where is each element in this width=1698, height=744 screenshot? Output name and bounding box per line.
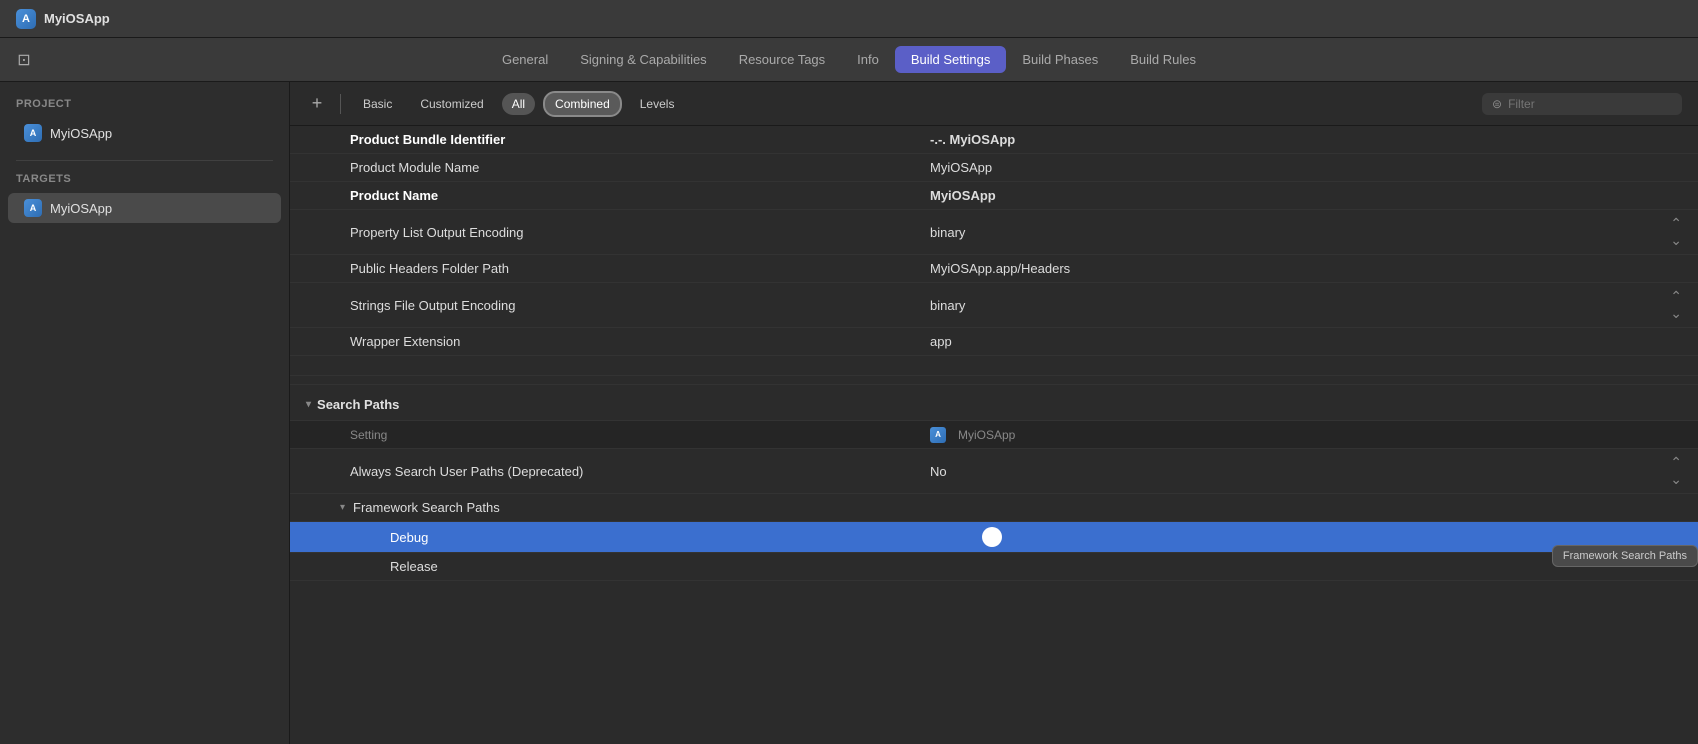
setting-value: binary <box>930 225 1670 240</box>
table-row[interactable]: Release Framework Search Paths <box>290 553 1698 581</box>
filter-basic-button[interactable]: Basic <box>353 93 402 115</box>
setting-value: MyiOSApp.app/Headers <box>930 261 1698 276</box>
table-row[interactable]: Strings File Output Encoding binary ⌃⌄ <box>290 283 1698 328</box>
project-section-label: PROJECT <box>0 98 289 118</box>
setting-value: No <box>930 464 1670 479</box>
setting-key: Debug <box>390 530 970 545</box>
filter-customized-button[interactable]: Customized <box>410 93 493 115</box>
setting-key: Always Search User Paths (Deprecated) <box>350 464 930 479</box>
column-target-icon: A <box>930 427 946 443</box>
tab-build-rules[interactable]: Build Rules <box>1114 46 1212 73</box>
stepper-icon[interactable]: ⌃⌄ <box>1670 454 1682 488</box>
section-title: Search Paths <box>317 397 399 412</box>
targets-section-label: TARGETS <box>0 173 289 193</box>
sidebar-toggle-button[interactable]: ⊡ <box>12 48 36 72</box>
app-title: MyiOSApp <box>44 11 110 26</box>
title-bar: A MyiOSApp <box>0 0 1698 38</box>
table-row[interactable]: Product Module Name MyiOSApp <box>290 154 1698 182</box>
section-spacer <box>290 356 1698 376</box>
sidebar-item-target[interactable]: A MyiOSApp <box>8 193 281 223</box>
add-setting-button[interactable]: + <box>306 93 328 115</box>
group-chevron-icon[interactable]: ▾ <box>340 502 345 513</box>
filter-levels-button[interactable]: Levels <box>630 93 685 115</box>
filter-combined-button[interactable]: Combined <box>543 91 622 117</box>
add-value-button[interactable]: + <box>982 527 1002 547</box>
content-area: + Basic Customized All Combined Levels ⊜… <box>290 82 1698 744</box>
table-row[interactable]: Public Headers Folder Path MyiOSApp.app/… <box>290 255 1698 283</box>
setting-key: Product Name <box>350 188 930 203</box>
table-row-selected[interactable]: Debug + <box>290 522 1698 553</box>
settings-table: Product Bundle Identifier -.-. MyiOSApp … <box>290 126 1698 744</box>
tab-general[interactable]: General <box>486 46 564 73</box>
setting-key: Wrapper Extension <box>350 334 930 349</box>
sidebar-target-label: MyiOSApp <box>50 201 112 216</box>
table-row[interactable]: Wrapper Extension app <box>290 328 1698 356</box>
tab-resource-tags[interactable]: Resource Tags <box>723 46 841 73</box>
main-layout: PROJECT A MyiOSApp TARGETS A MyiOSApp + … <box>0 82 1698 744</box>
table-row[interactable]: Property List Output Encoding binary ⌃⌄ <box>290 210 1698 255</box>
filter-search-input[interactable] <box>1508 97 1672 111</box>
setting-key: Product Bundle Identifier <box>350 132 930 147</box>
stepper-icon[interactable]: ⌃⌄ <box>1670 215 1682 249</box>
project-icon: A <box>24 124 42 142</box>
sidebar: PROJECT A MyiOSApp TARGETS A MyiOSApp <box>0 82 290 744</box>
sidebar-divider <box>16 160 273 161</box>
tab-build-settings[interactable]: Build Settings <box>895 46 1007 73</box>
column-header-target: A MyiOSApp <box>930 427 1698 443</box>
tab-info[interactable]: Info <box>841 46 895 73</box>
setting-key: Property List Output Encoding <box>350 225 930 240</box>
setting-value: -.-. MyiOSApp <box>930 132 1698 147</box>
sidebar-item-project[interactable]: A MyiOSApp <box>8 118 281 148</box>
table-row[interactable]: Always Search User Paths (Deprecated) No… <box>290 449 1698 494</box>
target-icon: A <box>24 199 42 217</box>
tab-bar: ⊡ General Signing & Capabilities Resourc… <box>0 38 1698 82</box>
setting-value: binary <box>930 298 1670 313</box>
setting-key: Release <box>390 559 970 574</box>
section-chevron-icon[interactable]: ▾ <box>306 399 311 410</box>
tab-build-phases[interactable]: Build Phases <box>1006 46 1114 73</box>
setting-value: app <box>930 334 1698 349</box>
table-row[interactable]: Product Name MyiOSApp <box>290 182 1698 210</box>
setting-key: Public Headers Folder Path <box>350 261 930 276</box>
tab-signing[interactable]: Signing & Capabilities <box>564 46 722 73</box>
filter-bar: + Basic Customized All Combined Levels ⊜ <box>290 82 1698 126</box>
filter-all-button[interactable]: All <box>502 93 535 115</box>
column-header-setting: Setting <box>350 428 930 442</box>
app-icon: A <box>16 9 36 29</box>
setting-value: MyiOSApp <box>930 160 1698 175</box>
tooltip-framework-search-paths: Framework Search Paths <box>1552 545 1698 567</box>
filter-search-container: ⊜ <box>1482 93 1682 115</box>
sidebar-project-label: MyiOSApp <box>50 126 112 141</box>
table-row[interactable]: Product Bundle Identifier -.-. MyiOSApp <box>290 126 1698 154</box>
setting-key: Product Module Name <box>350 160 930 175</box>
stepper-icon[interactable]: ⌃⌄ <box>1670 288 1682 322</box>
table-header-row: Setting A MyiOSApp <box>290 421 1698 449</box>
setting-value: MyiOSApp <box>930 188 1698 203</box>
table-row-group[interactable]: ▾ Framework Search Paths <box>290 494 1698 522</box>
filter-search-icon: ⊜ <box>1492 97 1502 111</box>
filter-divider <box>340 94 341 114</box>
search-paths-section-header[interactable]: ▾ Search Paths <box>290 384 1698 421</box>
setting-key: ▾ Framework Search Paths <box>340 500 920 515</box>
setting-key: Strings File Output Encoding <box>350 298 930 313</box>
